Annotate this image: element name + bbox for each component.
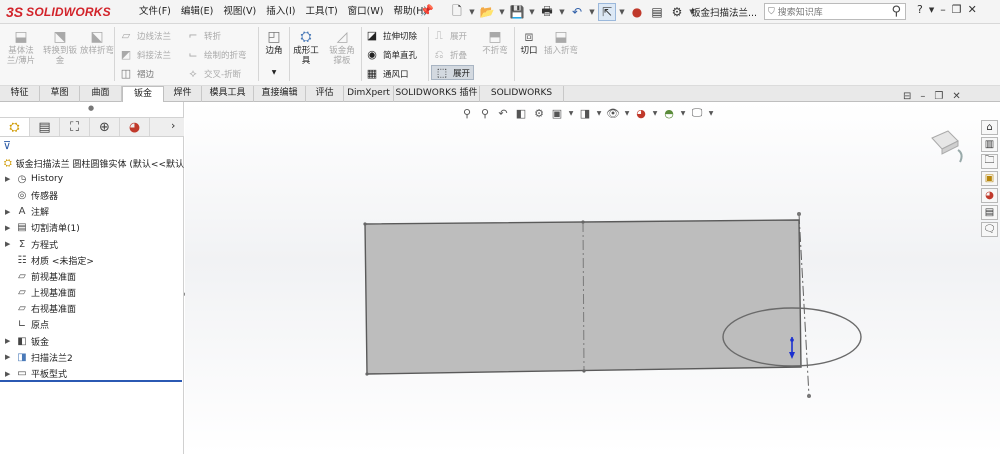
view-triad[interactable] [931,130,963,163]
vertex-point[interactable] [365,372,369,376]
vertex-point[interactable] [582,369,586,373]
model-view [363,130,963,398]
vertex-point[interactable] [581,220,585,224]
sketch-point[interactable] [807,394,811,398]
vertex-point[interactable] [363,222,367,226]
sketch-point[interactable] [797,212,801,216]
